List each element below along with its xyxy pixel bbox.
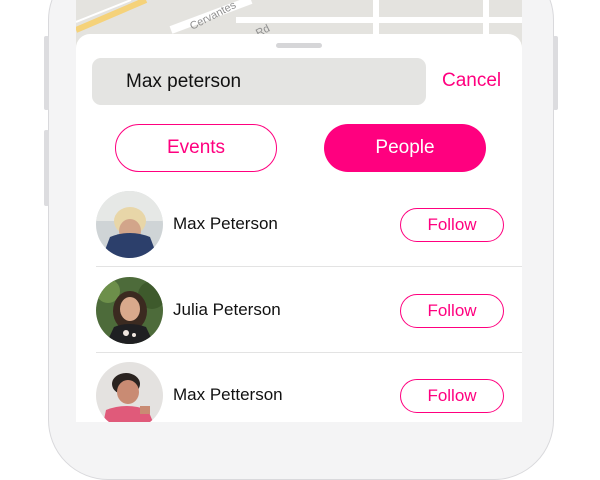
tab-people[interactable]: People [324, 124, 486, 172]
tab-events[interactable]: Events [115, 124, 277, 172]
cancel-button[interactable]: Cancel [442, 70, 501, 92]
phone-side-button [44, 36, 49, 110]
person-name: Max Peterson [173, 214, 278, 233]
tab-people-label: People [375, 137, 435, 158]
search-input[interactable]: Max peterson [92, 58, 426, 105]
follow-button[interactable]: Follow [400, 208, 504, 242]
phone-side-button [44, 130, 49, 206]
list-item[interactable]: Max Peterson Follow [96, 181, 522, 266]
avatar [96, 277, 163, 344]
follow-button-label: Follow [427, 215, 477, 234]
phone-screen: Cervantes Rd Max peterson Cancel Events … [76, 0, 522, 422]
avatar-photo [96, 277, 163, 344]
list-item[interactable]: Max Petterson Follow [96, 352, 522, 422]
person-name: Julia Peterson [173, 300, 281, 319]
follow-button-label: Follow [427, 386, 477, 405]
list-item[interactable]: Julia Peterson Follow [96, 267, 522, 352]
follow-button[interactable]: Follow [400, 294, 504, 328]
follow-button-label: Follow [427, 301, 477, 320]
tab-events-label: Events [166, 137, 226, 158]
search-sheet: Max peterson Cancel Events People Max Pe… [76, 34, 522, 422]
avatar-photo [96, 191, 163, 258]
phone-side-button [553, 36, 558, 110]
avatar [96, 191, 163, 258]
sheet-drag-handle[interactable] [276, 43, 322, 48]
search-query: Max peterson [126, 70, 242, 92]
follow-button[interactable]: Follow [400, 379, 504, 413]
avatar [96, 362, 163, 422]
person-name: Max Petterson [173, 385, 283, 404]
avatar-photo [96, 362, 163, 422]
